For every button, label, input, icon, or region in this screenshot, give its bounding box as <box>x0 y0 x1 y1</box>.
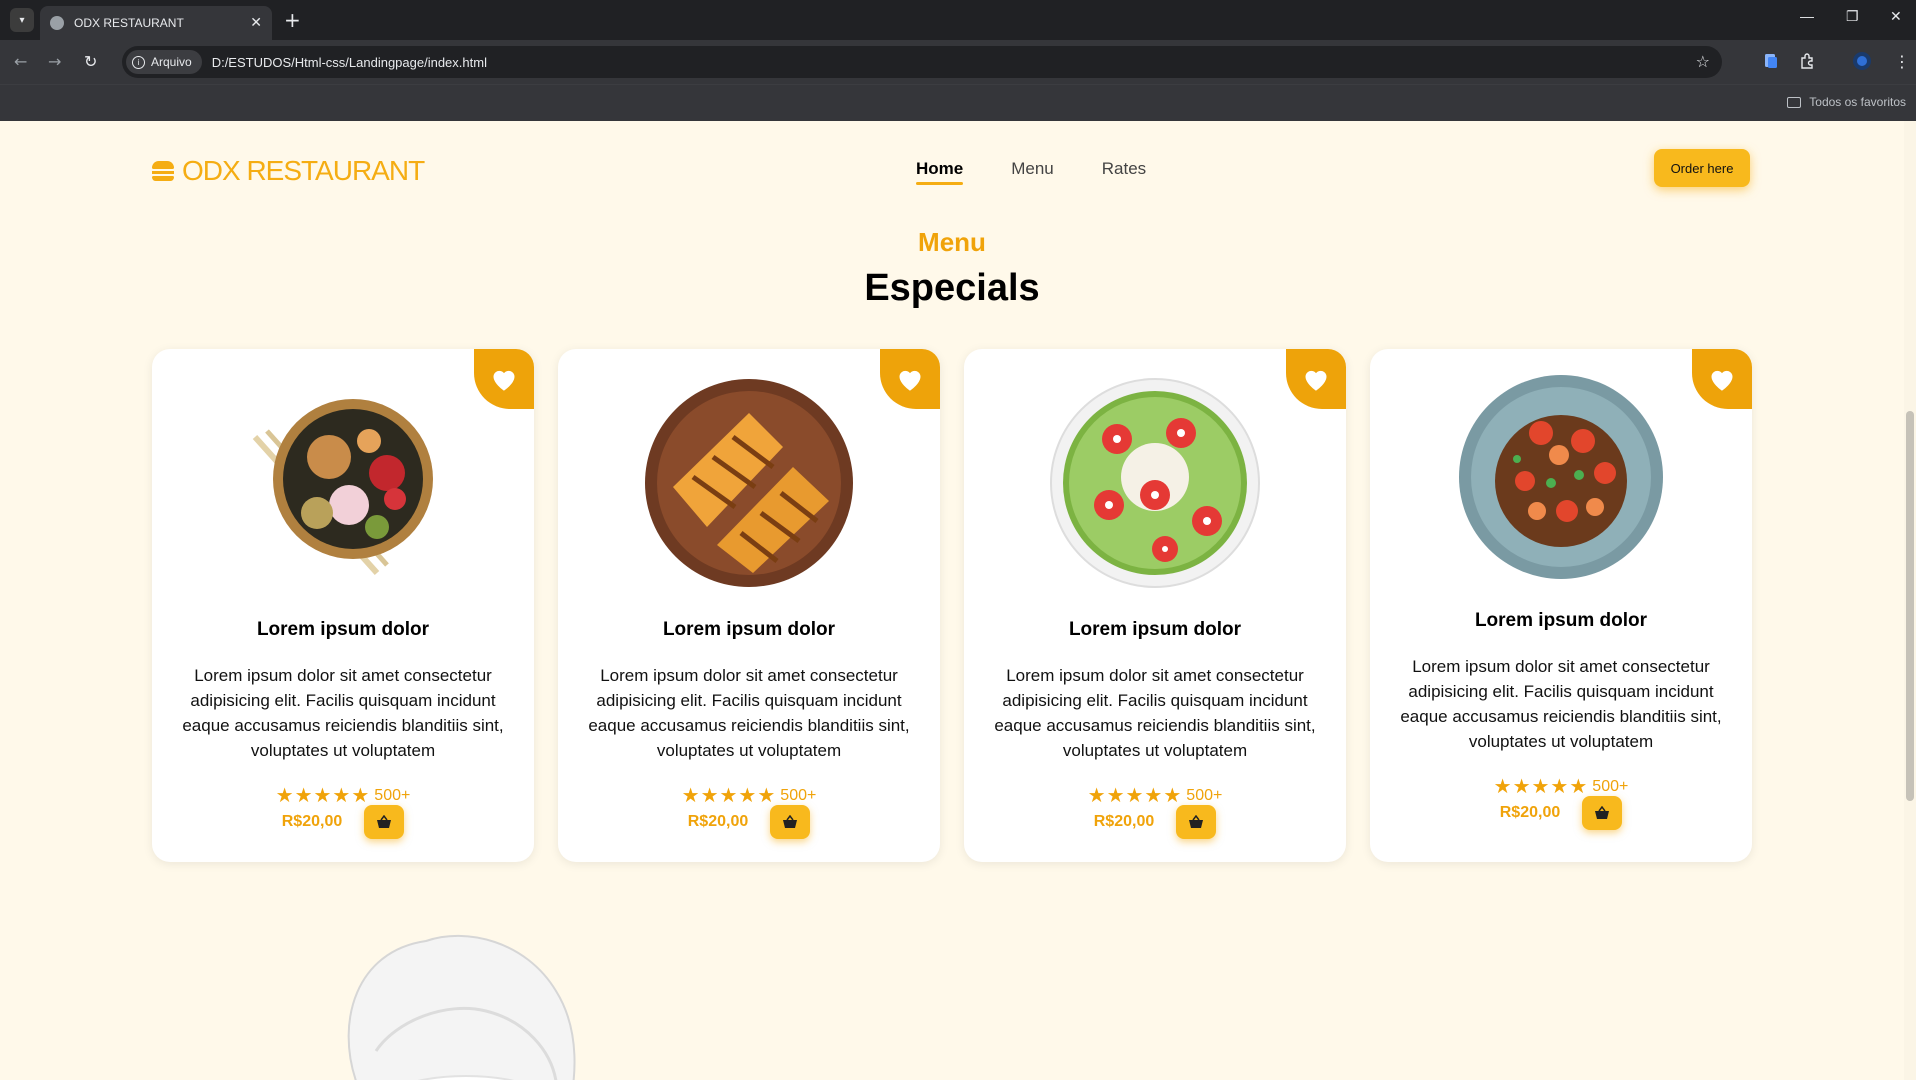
card-title: Lorem ipsum dolor <box>1068 619 1242 640</box>
url-text[interactable]: D:/ESTUDOS/Html-css/Landingpage/index.ht… <box>212 55 487 70</box>
heart-icon <box>899 370 921 391</box>
rating-count: 500+ <box>1592 777 1629 795</box>
site-logo[interactable]: ODX RESTAURANT <box>152 155 425 187</box>
dish-card: Lorem ipsum dolor Lorem ipsum dolor sit … <box>152 349 534 862</box>
add-to-cart-button[interactable] <box>364 805 405 839</box>
extension-docs-icon[interactable] <box>1762 52 1780 70</box>
minimize-icon[interactable]: — <box>1800 8 1814 24</box>
nav-menu[interactable]: Menu <box>1011 159 1054 185</box>
browser-tab[interactable]: ODX RESTAURANT ✕ <box>40 6 272 40</box>
page-scrollbar[interactable] <box>1904 121 1916 1080</box>
profile-avatar[interactable] <box>1852 51 1872 71</box>
basket-icon <box>1595 806 1610 819</box>
globe-icon <box>50 16 64 30</box>
order-here-button[interactable]: Order here <box>1654 149 1750 187</box>
rating-count: 500+ <box>780 786 817 804</box>
basket-icon <box>1189 815 1204 828</box>
heart-icon <box>1711 370 1733 391</box>
reload-icon[interactable]: ↻ <box>84 52 97 72</box>
card-price: R$20,00 <box>687 813 749 830</box>
kiwi-bowl-icon <box>1050 378 1260 588</box>
restore-icon[interactable]: ❐ <box>1846 8 1859 25</box>
basket-icon <box>783 815 798 828</box>
section-subtitle: Menu <box>918 227 986 257</box>
browser-menu-icon[interactable]: ⋮ <box>1894 52 1910 72</box>
favorite-button[interactable] <box>474 349 534 409</box>
forward-icon[interactable]: → <box>48 52 61 72</box>
burger-icon <box>152 161 174 181</box>
tab-bar: ▾ ODX RESTAURANT ✕ + — ❐ ✕ <box>0 0 1916 40</box>
browser-toolbar: ← → ↻ i Arquivo D:/ESTUDOS/Html-css/Land… <box>0 40 1916 84</box>
add-to-cart-button[interactable] <box>1176 805 1217 839</box>
all-bookmarks-folder[interactable]: Todos os favoritos <box>1787 95 1906 109</box>
dish-card: Lorem ipsum dolor Lorem ipsum dolor sit … <box>558 349 940 862</box>
card-description: Lorem ipsum dolor sit amet consectetur a… <box>182 666 504 760</box>
add-to-cart-button[interactable] <box>1582 796 1623 830</box>
browser-chrome: ▾ ODX RESTAURANT ✕ + — ❐ ✕ ← → ↻ i Arqui… <box>0 0 1916 121</box>
price-row: R$20,00 <box>152 805 534 839</box>
dish-card: Lorem ipsum dolor Lorem ipsum dolor sit … <box>1370 349 1752 862</box>
rating-count: 500+ <box>374 786 411 804</box>
all-bookmarks-label: Todos os favoritos <box>1809 95 1906 109</box>
new-tab-icon[interactable]: + <box>284 8 301 32</box>
card-title: Lorem ipsum dolor <box>1474 610 1648 631</box>
card-description: Lorem ipsum dolor sit amet consectetur a… <box>588 666 910 760</box>
rating-count: 500+ <box>1186 786 1223 804</box>
tab-search-icon[interactable]: ▾ <box>10 8 34 32</box>
card-title: Lorem ipsum dolor <box>662 619 836 640</box>
noodles-plate-icon <box>1459 375 1663 579</box>
heart-icon <box>493 370 515 391</box>
page-viewport: ODX RESTAURANT Home Menu Rates Order her… <box>0 121 1916 1080</box>
folder-icon <box>1787 96 1802 108</box>
info-icon: i <box>132 55 145 69</box>
bookmarks-bar: Todos os favoritos <box>0 84 1916 121</box>
site-info-label: Arquivo <box>151 55 192 69</box>
dish-card: Lorem ipsum dolor Lorem ipsum dolor sit … <box>964 349 1346 862</box>
add-to-cart-button[interactable] <box>770 805 811 839</box>
extensions-puzzle-icon[interactable] <box>1798 52 1816 70</box>
price-row: R$20,00 <box>558 805 940 839</box>
card-price: R$20,00 <box>281 813 343 830</box>
rice-bowl-icon <box>252 399 433 576</box>
site-info-chip[interactable]: i Arquivo <box>126 50 202 74</box>
main-nav: Home Menu Rates <box>916 159 1146 185</box>
card-description: Lorem ipsum dolor sit amet consectetur a… <box>994 666 1316 760</box>
nav-home[interactable]: Home <box>916 159 964 185</box>
tab-title: ODX RESTAURANT <box>74 16 184 30</box>
favorite-button[interactable] <box>880 349 940 409</box>
logo-text: ODX RESTAURANT <box>182 155 425 186</box>
scrollbar-thumb[interactable] <box>1906 411 1914 801</box>
address-bar[interactable]: i Arquivo D:/ESTUDOS/Html-css/Landingpag… <box>122 46 1722 78</box>
favorite-button[interactable] <box>1286 349 1346 409</box>
section-title: Especials <box>864 267 1040 309</box>
price-row: R$20,00 <box>964 805 1346 839</box>
card-title: Lorem ipsum dolor <box>256 619 430 640</box>
sandwich-plate-icon <box>645 379 853 587</box>
back-icon[interactable]: ← <box>14 52 27 72</box>
chef-image <box>347 934 576 1080</box>
price-row: R$20,00 <box>1370 796 1752 830</box>
card-price: R$20,00 <box>1093 813 1155 830</box>
card-description: Lorem ipsum dolor sit amet consectetur a… <box>1400 657 1722 751</box>
bookmark-star-icon[interactable]: ☆ <box>1696 52 1710 71</box>
favorite-button[interactable] <box>1692 349 1752 409</box>
close-window-icon[interactable]: ✕ <box>1890 8 1902 25</box>
nav-rates[interactable]: Rates <box>1102 159 1146 185</box>
close-tab-icon[interactable]: ✕ <box>250 15 262 31</box>
heart-icon <box>1305 370 1327 391</box>
basket-icon <box>377 815 392 828</box>
card-price: R$20,00 <box>1499 804 1561 821</box>
